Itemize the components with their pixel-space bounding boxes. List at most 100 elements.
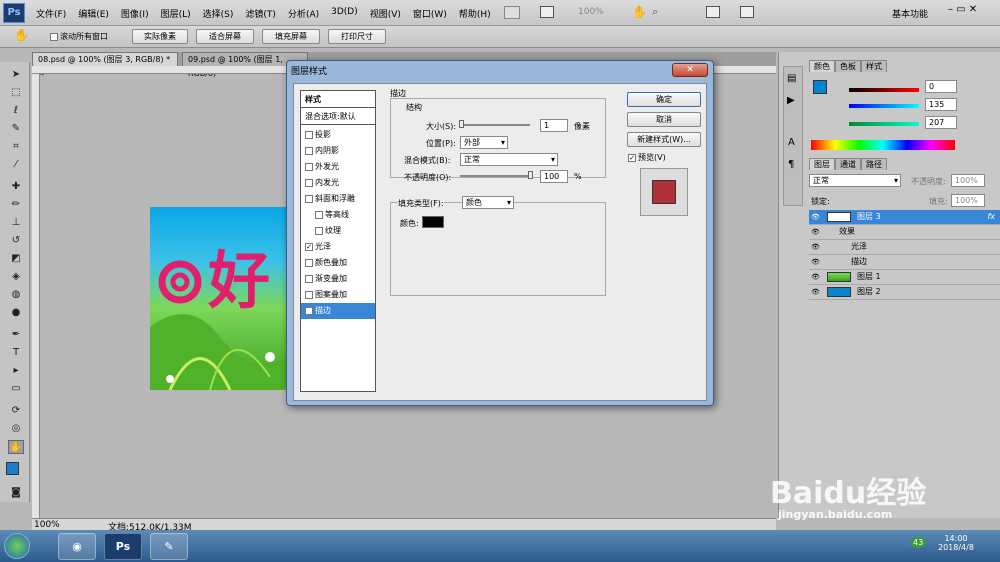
- dialog-close-button[interactable]: ✕: [672, 63, 708, 77]
- menu-view[interactable]: 视图(V): [370, 7, 401, 20]
- position-select[interactable]: 外部 ▾: [460, 136, 508, 149]
- menu-image[interactable]: 图像(I): [121, 7, 149, 20]
- type-tool-icon[interactable]: T: [8, 346, 24, 360]
- style-checkbox[interactable]: [305, 258, 313, 267]
- visibility-eye-icon[interactable]: 👁: [811, 270, 820, 284]
- menu-filter[interactable]: 滤镜(T): [245, 7, 276, 20]
- menu-file[interactable]: 文件(F): [36, 7, 66, 20]
- 3d-rotate-icon[interactable]: ⟳: [8, 404, 24, 418]
- visibility-eye-icon[interactable]: 👁: [811, 240, 820, 254]
- blend-options-item[interactable]: 混合选项:默认: [301, 109, 375, 125]
- style-item[interactable]: ✓ 光泽: [301, 239, 375, 255]
- style-item[interactable]: 内阴影: [301, 143, 375, 159]
- style-checkbox[interactable]: [305, 146, 313, 155]
- style-checkbox[interactable]: [305, 274, 313, 283]
- style-checkbox[interactable]: [305, 178, 313, 187]
- screen-mode-icon[interactable]: [740, 6, 754, 18]
- quick-select-tool-icon[interactable]: ✎: [8, 122, 24, 136]
- new-style-button[interactable]: 新建样式(W)...: [627, 132, 701, 147]
- zoom-tool-icon[interactable]: ⌕: [652, 5, 658, 19]
- color-fg-swatch[interactable]: [813, 80, 827, 94]
- shape-tool-icon[interactable]: ▭: [8, 382, 24, 396]
- layer-row[interactable]: 👁 效果: [809, 225, 1000, 240]
- tab-color[interactable]: 颜色: [809, 60, 835, 72]
- history-brush-icon[interactable]: ↺: [8, 234, 24, 248]
- red-value[interactable]: 0: [925, 80, 957, 93]
- size-slider-handle[interactable]: [459, 120, 464, 128]
- ok-button[interactable]: 确定: [627, 92, 701, 107]
- clone-stamp-icon[interactable]: ⊥: [8, 216, 24, 230]
- layer-row[interactable]: 👁 图层 2: [809, 285, 1000, 300]
- blue-slider[interactable]: [849, 122, 919, 126]
- style-checkbox[interactable]: [305, 162, 313, 171]
- paragraph-panel-icon[interactable]: ¶: [788, 159, 794, 170]
- start-button[interactable]: [4, 533, 30, 559]
- move-tool-icon[interactable]: ➤: [8, 68, 24, 82]
- style-checkbox[interactable]: [305, 194, 313, 203]
- status-zoom[interactable]: 100%: [34, 520, 60, 530]
- zoom-level[interactable]: 100%: [578, 7, 604, 17]
- style-checkbox[interactable]: ✓: [305, 306, 313, 315]
- fit-screen-button[interactable]: 适合屏幕: [196, 29, 254, 44]
- window-controls-icon[interactable]: – ▭ ✕: [948, 4, 977, 15]
- layer-row[interactable]: 👁 描边: [809, 255, 1000, 270]
- actions-panel-icon[interactable]: ▶: [787, 95, 795, 106]
- color-spectrum[interactable]: [811, 140, 955, 150]
- layer-blend-select[interactable]: 正常 ▾: [809, 174, 901, 187]
- tab-08-psd[interactable]: 08.psd @ 100% (图层 3, RGB/8) * ✕: [32, 52, 178, 78]
- fx-icon[interactable]: fx: [987, 210, 995, 224]
- red-slider[interactable]: [849, 88, 919, 92]
- style-checkbox[interactable]: [315, 226, 323, 235]
- size-slider[interactable]: [460, 124, 530, 126]
- layer-opacity-field[interactable]: 100%: [951, 174, 985, 187]
- stroke-color-swatch[interactable]: [422, 216, 444, 228]
- visibility-eye-icon[interactable]: 👁: [811, 210, 820, 224]
- tab-channels[interactable]: 通道: [835, 158, 861, 170]
- actual-pixels-button[interactable]: 实际像素: [132, 29, 188, 44]
- eraser-tool-icon[interactable]: ◩: [8, 252, 24, 266]
- print-size-button[interactable]: 打印尺寸: [328, 29, 386, 44]
- layer-row[interactable]: 👁 图层 3 fx: [809, 210, 1000, 225]
- visibility-eye-icon[interactable]: 👁: [811, 225, 820, 239]
- hand-tool-icon[interactable]: ✋: [8, 440, 24, 454]
- style-checkbox[interactable]: [305, 290, 313, 299]
- visibility-eye-icon[interactable]: 👁: [811, 255, 820, 269]
- style-item[interactable]: 外发光: [301, 159, 375, 175]
- green-slider[interactable]: [849, 104, 919, 108]
- style-checkbox[interactable]: [305, 130, 313, 139]
- quick-mask-icon[interactable]: ◙: [8, 486, 24, 500]
- style-checkbox[interactable]: ✓: [305, 242, 313, 251]
- tab-paths[interactable]: 路径: [861, 158, 887, 170]
- pen-tool-icon[interactable]: ✒: [8, 328, 24, 342]
- menu-help[interactable]: 帮助(H): [459, 7, 491, 20]
- style-item[interactable]: 纹理: [301, 223, 375, 239]
- opacity-slider[interactable]: [460, 175, 530, 177]
- size-field[interactable]: 1: [540, 119, 568, 132]
- tray-badge[interactable]: 43: [910, 537, 927, 548]
- bridge-icon[interactable]: [504, 6, 520, 19]
- view-extras-icon[interactable]: [540, 6, 554, 18]
- history-panel-icon[interactable]: ▤: [787, 73, 796, 84]
- paint-bucket-icon[interactable]: ◈: [8, 270, 24, 284]
- style-item[interactable]: 颜色叠加: [301, 255, 375, 271]
- layer-row[interactable]: 👁 图层 1: [809, 270, 1000, 285]
- workspace-switcher[interactable]: 基本功能: [892, 7, 928, 20]
- taskbar-chrome-icon[interactable]: ◉: [58, 533, 96, 560]
- tab-layers[interactable]: 图层: [809, 158, 835, 170]
- blend-mode-select[interactable]: 正常 ▾: [460, 153, 558, 166]
- brush-tool-icon[interactable]: ✏: [8, 198, 24, 212]
- style-item[interactable]: 投影: [301, 127, 375, 143]
- foreground-color-swatch[interactable]: [6, 462, 19, 475]
- fill-screen-button[interactable]: 填充屏幕: [262, 29, 320, 44]
- marquee-tool-icon[interactable]: ⬚: [8, 86, 24, 100]
- green-value[interactable]: 135: [925, 98, 957, 111]
- path-select-icon[interactable]: ▸: [8, 364, 24, 378]
- style-item[interactable]: 渐变叠加: [301, 271, 375, 287]
- tab-swatches[interactable]: 色板: [835, 60, 861, 72]
- arrange-documents-icon[interactable]: [706, 6, 720, 18]
- style-item[interactable]: 斜面和浮雕: [301, 191, 375, 207]
- layer-fill-field[interactable]: 100%: [951, 194, 985, 207]
- opacity-field[interactable]: 100: [540, 170, 568, 183]
- 3d-orbit-icon[interactable]: ◎: [8, 422, 24, 436]
- lasso-tool-icon[interactable]: ℓ: [8, 104, 24, 118]
